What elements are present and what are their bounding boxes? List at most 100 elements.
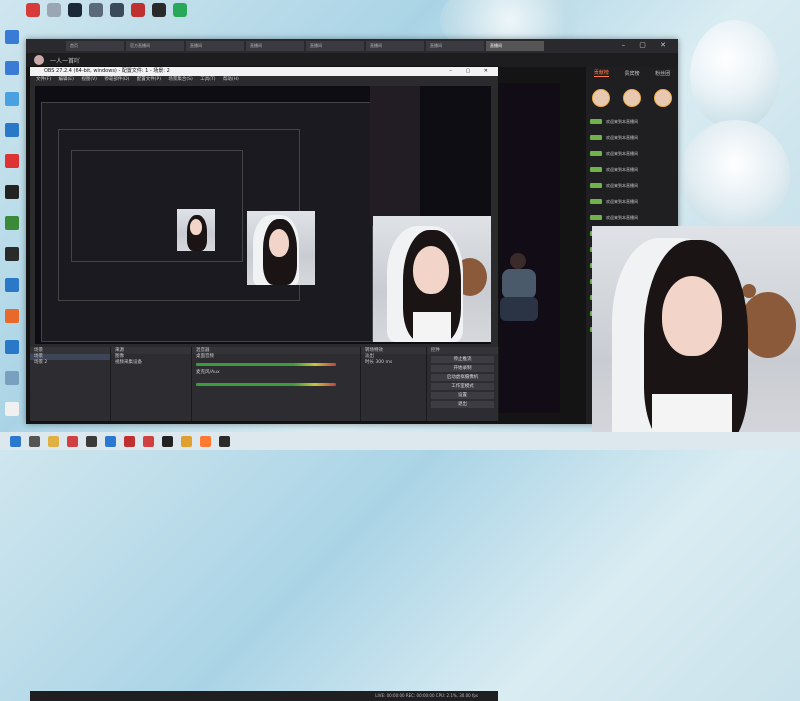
transitions-dock-title: 转场特效 — [361, 347, 426, 354]
taskbar-app-icon[interactable] — [29, 435, 40, 447]
browser-tab[interactable]: 直播间 — [306, 41, 364, 51]
fan-badge — [590, 119, 602, 124]
controls-dock: 控件 停止推流开始录制启动虚拟摄像机 工作室模式设置退出 — [427, 347, 499, 421]
chat-tab[interactable]: 贵宾榜 — [624, 70, 639, 77]
chat-tab[interactable]: 贡献榜 — [593, 69, 609, 77]
desktop-shortcut-icon[interactable] — [5, 30, 19, 44]
taskbar-app-icon[interactable] — [10, 435, 21, 447]
mixer-dock-title: 混音器 — [192, 347, 360, 354]
obs-menu-bar[interactable]: 文件(F) 编辑(E) 视图(V) 停靠部件(D) 配置文件(P) 场景集合(S… — [30, 76, 498, 84]
desktop-shortcut-icon[interactable] — [5, 309, 19, 323]
duration-label: 时长 — [365, 360, 374, 365]
app-icon — [67, 3, 82, 17]
desktop-app-icon[interactable] — [24, 0, 41, 22]
fan-badge — [590, 215, 602, 220]
taskbar-app-icon[interactable] — [200, 435, 211, 447]
webcam-feed-overlay — [592, 226, 800, 450]
browser-tab[interactable]: 直播间 — [486, 41, 544, 51]
taskbar-app-icon[interactable] — [124, 435, 135, 447]
desktop-top-icons — [0, 0, 188, 22]
desktop-shortcut-icon[interactable] — [5, 92, 19, 106]
obs-control-button[interactable]: 工作室模式 — [431, 383, 494, 390]
controls-list: 停止推流开始录制启动虚拟摄像机 工作室模式设置退出 — [427, 356, 498, 408]
source-item[interactable]: 视频采集设备 — [111, 360, 191, 366]
taskbar-app-icon[interactable] — [67, 435, 78, 447]
desktop-shortcut-icon[interactable] — [5, 123, 19, 137]
chat-text: 欢迎来到本直播间 — [606, 214, 638, 220]
desktop-app-icon[interactable] — [171, 0, 188, 22]
obs-control-button[interactable]: 停止推流 — [431, 356, 494, 363]
fan-badge — [590, 199, 602, 204]
taskbar-app-icon[interactable] — [219, 435, 230, 447]
chat-message: 欢迎来到本直播间 — [590, 133, 678, 142]
wallpaper-orb — [680, 120, 790, 230]
desktop-app-icon[interactable] — [87, 0, 104, 22]
desktop-app-icon[interactable] — [150, 0, 167, 22]
desktop-app-icon[interactable] — [66, 0, 83, 22]
fan-badge — [590, 183, 602, 188]
streamer-avatar[interactable] — [34, 55, 44, 65]
browser-tab[interactable]: 直播间 — [186, 41, 244, 51]
taskbar — [0, 432, 800, 450]
desktop-shortcut-icon[interactable] — [5, 402, 19, 416]
chat-text: 欢迎来到本直播间 — [606, 166, 638, 172]
app-icon — [130, 3, 145, 17]
window-controls[interactable]: – ▢ ✕ — [622, 41, 672, 49]
browser-tab-strip: 首页 官方直播间 直播间 直播间 直播间 直播间 直播间 直播间 — [26, 39, 678, 53]
scene-item[interactable]: 场景 2 — [30, 360, 110, 366]
app-icon — [46, 3, 61, 17]
chat-overlay — [370, 86, 420, 226]
stream-video-person — [496, 253, 542, 323]
desktop-shortcut-icon[interactable] — [5, 216, 19, 230]
desktop-app-icon[interactable] — [108, 0, 125, 22]
desktop-shortcut-icon[interactable] — [5, 61, 19, 75]
stream-header: 一人一首吖 — [26, 53, 678, 67]
browser-tab[interactable]: 官方直播间 — [126, 41, 184, 51]
taskbar-app-icon[interactable] — [86, 435, 97, 447]
sources-dock-title: 来源 — [111, 347, 191, 354]
browser-tab[interactable]: 直播间 — [426, 41, 484, 51]
streamer-name: 一人一首吖 — [50, 57, 81, 65]
desktop-shortcut-icon[interactable] — [5, 154, 19, 168]
app-icon — [151, 3, 166, 17]
taskbar-app-icon[interactable] — [143, 435, 154, 447]
supporter-avatar[interactable] — [653, 89, 672, 107]
controls-dock-title: 控件 — [427, 347, 498, 354]
taskbar-app-icon[interactable] — [181, 435, 192, 447]
chat-message: 欢迎来到本直播间 — [590, 213, 678, 222]
duration-value[interactable]: 300 ms — [375, 360, 392, 365]
wallpaper-orb — [690, 20, 780, 130]
taskbar-app-icon[interactable] — [48, 435, 59, 447]
desktop-app-icon[interactable] — [45, 0, 62, 22]
desktop-shortcut-icon[interactable] — [5, 247, 19, 261]
desktop-shortcut-icon[interactable] — [5, 371, 19, 385]
audio-meter — [196, 383, 336, 386]
obs-window-controls[interactable]: – ▢ ✕ — [449, 67, 494, 76]
desktop-shortcut-icon[interactable] — [5, 340, 19, 354]
scenes-dock-title: 场景 — [30, 347, 110, 354]
sources-dock: 来源 图像 视频采集设备 — [111, 347, 192, 421]
obs-status-bar: LIVE: 00:00:00 REC: 00:00:00 CPU: 2.1%, … — [30, 691, 498, 701]
taskbar-app-icon[interactable] — [105, 435, 116, 447]
desktop-app-icon[interactable] — [129, 0, 146, 22]
desktop-shortcut-icon[interactable] — [5, 278, 19, 292]
chat-tab[interactable]: 粉丝团 — [655, 70, 670, 77]
mixer-dock: 混音器 桌面音频 麦克风/Aux — [192, 347, 361, 421]
fan-badge — [590, 151, 602, 156]
obs-control-button[interactable]: 设置 — [431, 392, 494, 399]
chat-text: 欢迎来到本直播间 — [606, 150, 638, 156]
obs-title-bar: OBS 27.2.4 (64-bit, windows) - 配置文件: 1 -… — [30, 67, 498, 76]
obs-control-button[interactable]: 退出 — [431, 401, 494, 408]
supporter-avatar[interactable] — [622, 89, 641, 107]
webcam-feed-nested — [247, 211, 315, 285]
taskbar-app-icon[interactable] — [162, 435, 173, 447]
app-icon — [109, 3, 124, 17]
browser-tab[interactable]: 直播间 — [246, 41, 304, 51]
desktop-shortcut-icon[interactable] — [5, 185, 19, 199]
app-icon — [88, 3, 103, 17]
obs-control-button[interactable]: 启动虚拟摄像机 — [431, 374, 494, 381]
browser-tab[interactable]: 直播间 — [366, 41, 424, 51]
supporter-avatar[interactable] — [592, 89, 611, 107]
browser-tab[interactable]: 首页 — [66, 41, 124, 51]
obs-control-button[interactable]: 开始录制 — [431, 365, 494, 372]
